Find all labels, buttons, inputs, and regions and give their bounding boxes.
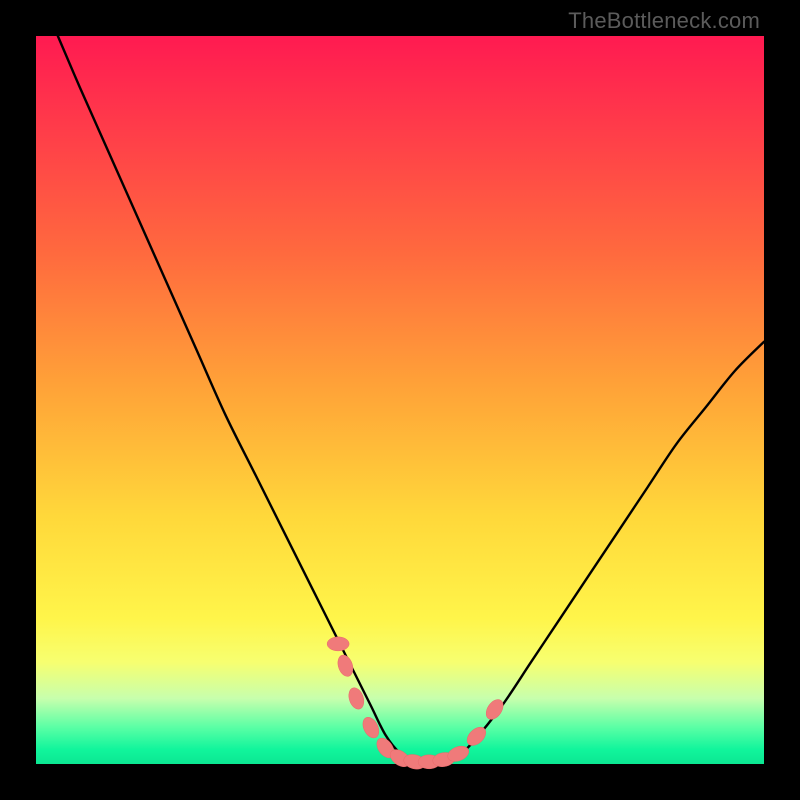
bottleneck-curve-svg bbox=[36, 36, 764, 764]
attribution-label: TheBottleneck.com bbox=[568, 8, 760, 34]
curve-marker bbox=[360, 715, 382, 741]
curve-marker bbox=[483, 696, 507, 722]
chart-frame: TheBottleneck.com bbox=[0, 0, 800, 800]
curve-marker bbox=[335, 653, 355, 678]
curve-marker bbox=[327, 637, 349, 651]
curve-markers bbox=[327, 637, 506, 771]
plot-area bbox=[36, 36, 764, 764]
bottleneck-curve bbox=[58, 36, 764, 763]
